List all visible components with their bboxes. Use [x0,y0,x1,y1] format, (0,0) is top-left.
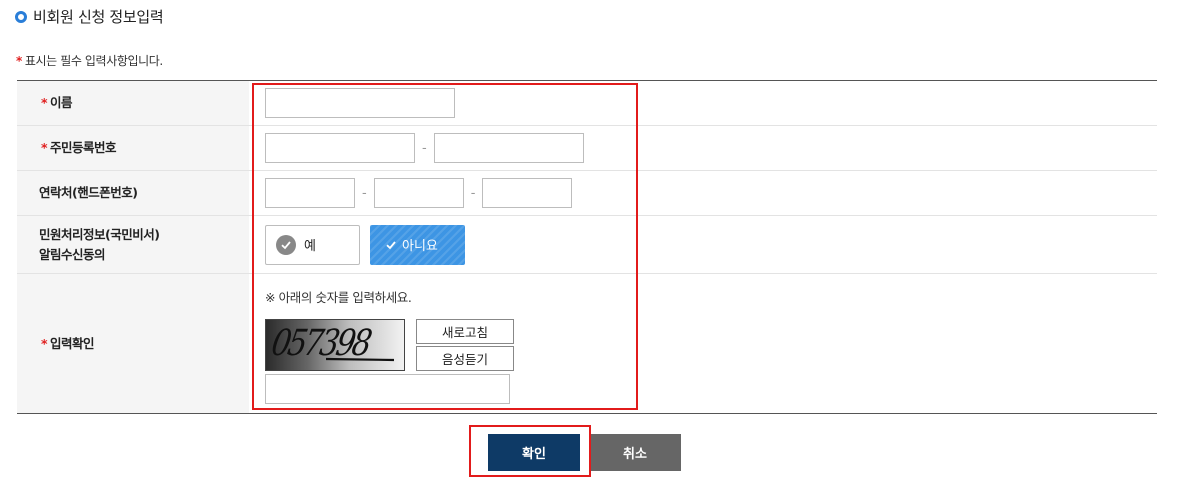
section-title: 비회원 신청 정보입력 [15,6,164,27]
separator-dash: - [362,185,367,201]
required-star-icon: * [41,335,48,351]
name-label: * 이름 [17,81,249,125]
captcha-note: ※ 아래의 숫자를 입력하세요. [265,290,412,305]
resident-number-back-input[interactable] [433,133,584,163]
resident-number-label: * 주민등록번호 [17,126,249,170]
resident-number-cell: - [249,126,1157,170]
required-note-text: 표시는 필수 입력사항입니다. [24,54,163,68]
required-star-icon: * [16,54,22,68]
captcha-label: * 입력확인 [17,274,249,413]
consent-no-option[interactable]: 아니요 [370,224,465,265]
phone-label: 연락처(핸드폰번호) [17,171,249,215]
required-star-icon: * [41,140,48,155]
captcha-cell: ※ 아래의 숫자를 입력하세요. 057398 새로고침 음성듣기 [249,274,1157,413]
row-captcha: * 입력확인 ※ 아래의 숫자를 입력하세요. 057398 새로고침 음성듣기 [17,274,1157,413]
application-form-table: * 이름 * 주민등록번호 - 연락처(핸드폰번호) - - 민원처리정보(국민비서… [17,80,1157,414]
row-resident-number: * 주민등록번호 - [17,126,1157,171]
captcha-area: 057398 새로고침 음성듣기 [265,319,514,371]
circle-bullet-icon [15,10,27,23]
consent-yes-option[interactable]: 예 [265,224,360,265]
phone-part3-input[interactable] [482,178,573,208]
name-cell [249,81,1157,125]
consent-cell: 예 아니요 [249,216,1157,273]
separator-dash: - [422,140,427,156]
row-consent: 민원처리정보(국민비서) 알림수신동의 예 아니요 [17,216,1157,274]
confirm-button[interactable]: 확인 [488,434,580,471]
phone-cell: - - [249,171,1157,215]
name-input[interactable] [265,88,455,118]
check-circle-icon [276,234,296,255]
row-phone: 연락처(핸드폰번호) - - [17,171,1157,216]
cancel-button[interactable]: 취소 [589,434,681,471]
captcha-buttons: 새로고침 음성듣기 [416,319,514,371]
resident-number-front-input[interactable] [265,133,415,163]
required-star-icon: * [41,95,48,110]
phone-part1-input[interactable] [265,178,355,208]
section-title-text: 비회원 신청 정보입력 [33,8,164,26]
check-icon [382,236,400,254]
captcha-audio-button[interactable]: 음성듣기 [416,346,514,371]
required-note: * 표시는 필수 입력사항입니다. [16,52,163,69]
separator-dash: - [470,185,476,201]
captcha-input[interactable] [265,374,510,404]
phone-part2-input[interactable] [373,178,464,208]
consent-label: 민원처리정보(국민비서) 알림수신동의 [17,216,249,273]
row-name: * 이름 [17,81,1157,126]
captcha-refresh-button[interactable]: 새로고침 [416,319,514,344]
captcha-image: 057398 [265,319,405,371]
